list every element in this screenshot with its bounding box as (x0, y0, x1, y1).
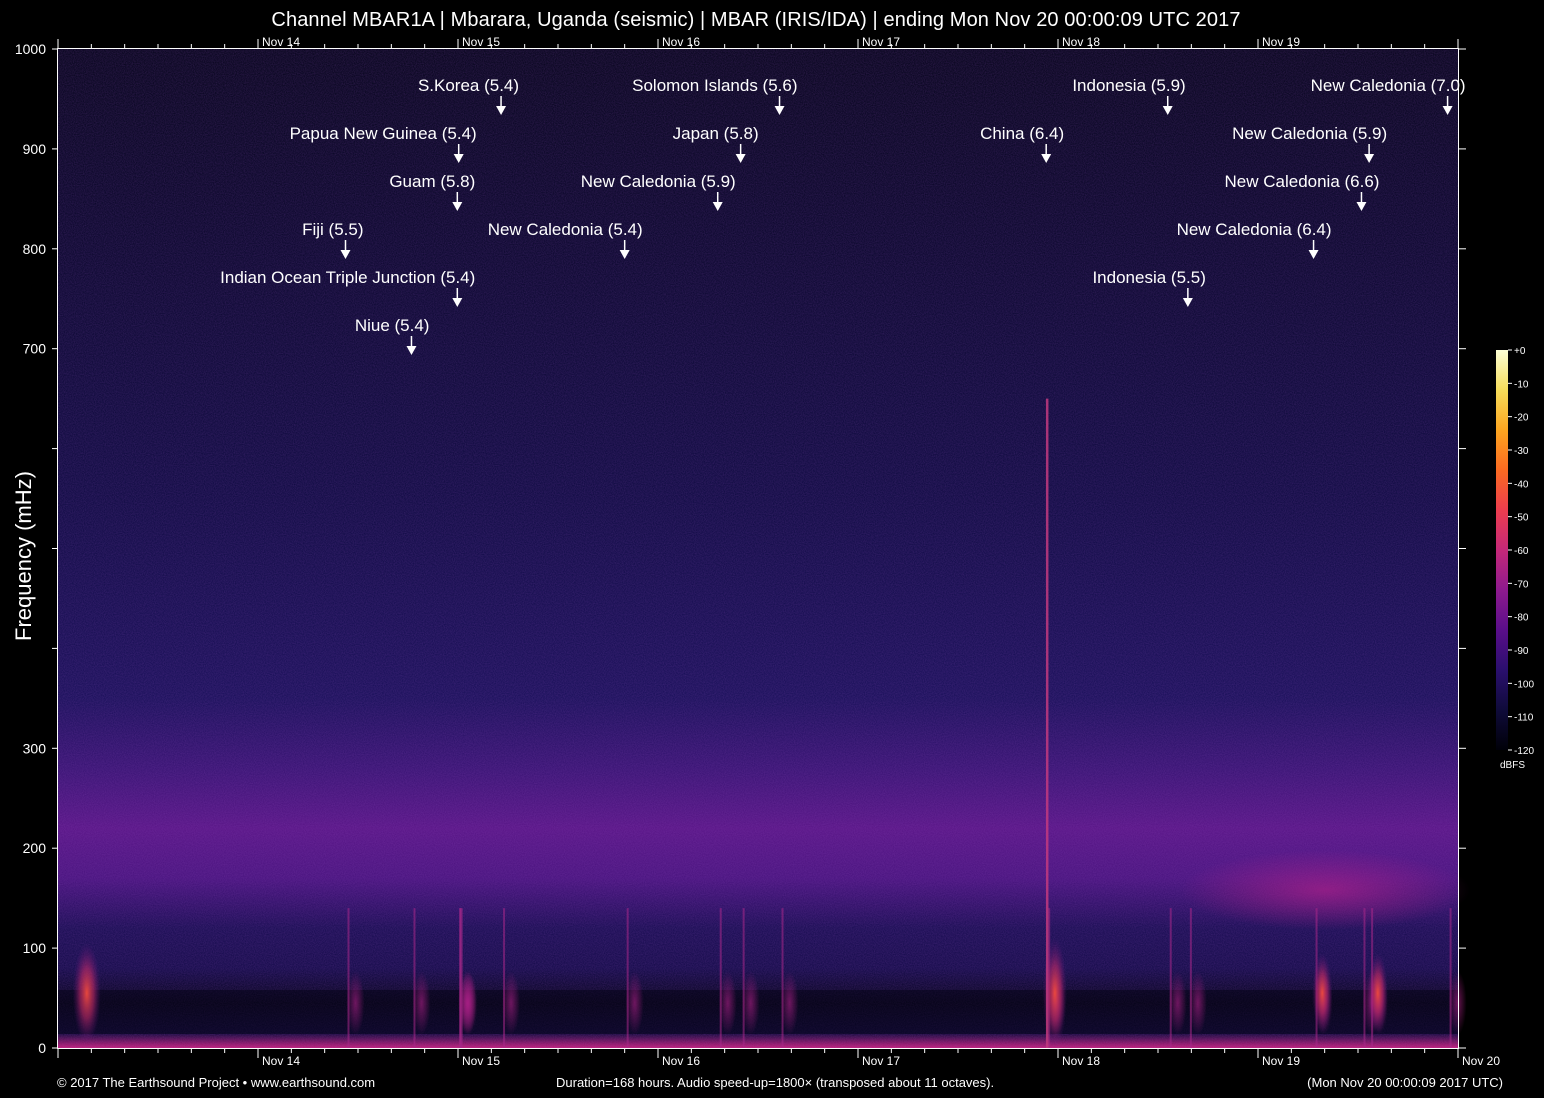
colorbar: +0 -10 -20 -30 -40 -50 -60 -70 -80 -90 -100 -110 -12… (1496, 346, 1534, 757)
event-label: Japan (5.8) (673, 124, 759, 143)
colorbar-tick-label: -20 (1514, 413, 1529, 424)
spectrogram-pink-band (1180, 850, 1470, 930)
spectrogram-chart: 0 100 200 300 700 800 900 1000 Nov 14 Nov 15 Nov … (11, 35, 1534, 1068)
event-label: Indian Ocean Triple Junction (5.4) (220, 268, 475, 287)
event-label: New Caledonia (5.9) (1232, 124, 1387, 143)
y-axis-label: Frequency (mHz) (11, 471, 36, 641)
event-blob (1448, 971, 1467, 1036)
event-label: New Caledonia (6.4) (1177, 220, 1332, 239)
colorbar-tick-label: -120 (1514, 746, 1534, 757)
event-label: New Caledonia (5.4) (488, 220, 643, 239)
event-label: Indonesia (5.9) (1072, 76, 1185, 95)
y-tick-label: 0 (38, 1040, 46, 1056)
event-blob (741, 971, 760, 1036)
event-strong-blob (1312, 953, 1333, 1034)
x-tick-label: Nov 14 (262, 1054, 300, 1068)
colorbar-tick-label: +0 (1514, 346, 1526, 357)
colorbar-tick-label: -110 (1514, 713, 1534, 724)
x-tick-label-top: Nov 15 (462, 35, 500, 49)
y-tick-label: 300 (23, 740, 47, 756)
x-tick-label: Nov 16 (662, 1054, 700, 1068)
event-strong-blob (1367, 953, 1388, 1034)
x-tick-label-top: Nov 18 (1062, 35, 1100, 49)
colorbar-label: dBFS (1500, 760, 1526, 771)
event-blob (780, 971, 799, 1036)
colorbar-tick-label: -40 (1514, 479, 1529, 490)
colorbar-tick-label: -50 (1514, 513, 1529, 524)
event-blob (502, 971, 521, 1036)
event-blob (412, 971, 431, 1036)
colorbar-tick-label: -60 (1514, 546, 1529, 557)
event-label: Niue (5.4) (355, 316, 430, 335)
event-blob (1188, 971, 1207, 1036)
y-tick-label: 100 (23, 940, 47, 956)
y-tick-label: 800 (23, 241, 47, 257)
x-tick-label: Nov 20 (1462, 1054, 1500, 1068)
colorbar-tick-label: -90 (1514, 646, 1529, 657)
event-blob (346, 971, 365, 1036)
x-tick-label-top: Nov 16 (662, 35, 700, 49)
x-tick-label-top: Nov 14 (262, 35, 300, 49)
colorbar-tick-label: -30 (1514, 446, 1529, 457)
colorbar-tick-label: -100 (1514, 679, 1534, 690)
footer-duration: Duration=168 hours. Audio speed-up=1800×… (556, 1075, 995, 1090)
x-tick-label: Nov 15 (462, 1054, 500, 1068)
colorbar-tick-label: -70 (1514, 579, 1529, 590)
colorbar-tick-label: -10 (1514, 379, 1529, 390)
footer-copyright: © 2017 The Earthsound Project • www.eart… (57, 1075, 376, 1090)
x-tick-label: Nov 19 (1262, 1054, 1300, 1068)
colorbar-tick-label: -80 (1514, 613, 1529, 624)
event-blob (625, 971, 644, 1036)
colorbar-gradient (1496, 350, 1508, 750)
x-tick-label: Nov 17 (862, 1054, 900, 1068)
y-tick-label: 1000 (15, 41, 46, 57)
event-blob (458, 971, 477, 1036)
event-label: Fiji (5.5) (302, 220, 363, 239)
event-label: Guam (5.8) (389, 172, 475, 191)
plot-area (58, 49, 1470, 1049)
event-blob (1168, 971, 1187, 1036)
y-tick-label: 700 (23, 341, 47, 357)
event-label: S.Korea (5.4) (418, 76, 519, 95)
footer-end-time: (Mon Nov 20 00:00:09 2017 UTC) (1307, 1075, 1503, 1090)
x-tick-label-top: Nov 19 (1262, 35, 1300, 49)
event-blob (718, 971, 737, 1036)
event-label: China (6.4) (980, 124, 1064, 143)
event-label: Papua New Guinea (5.4) (290, 124, 477, 143)
event-strong-blob (72, 943, 101, 1044)
event-label: Indonesia (5.5) (1092, 268, 1205, 287)
x-tick-label-top: Nov 17 (862, 35, 900, 49)
x-tick-label: Nov 18 (1062, 1054, 1100, 1068)
event-label: Solomon Islands (5.6) (632, 76, 797, 95)
event-label: New Caledonia (6.6) (1225, 172, 1380, 191)
y-tick-label: 900 (23, 141, 47, 157)
y-tick-label: 200 (23, 840, 47, 856)
event-label: New Caledonia (5.9) (581, 172, 736, 191)
event-label: New Caledonia (7.0) (1311, 76, 1466, 95)
